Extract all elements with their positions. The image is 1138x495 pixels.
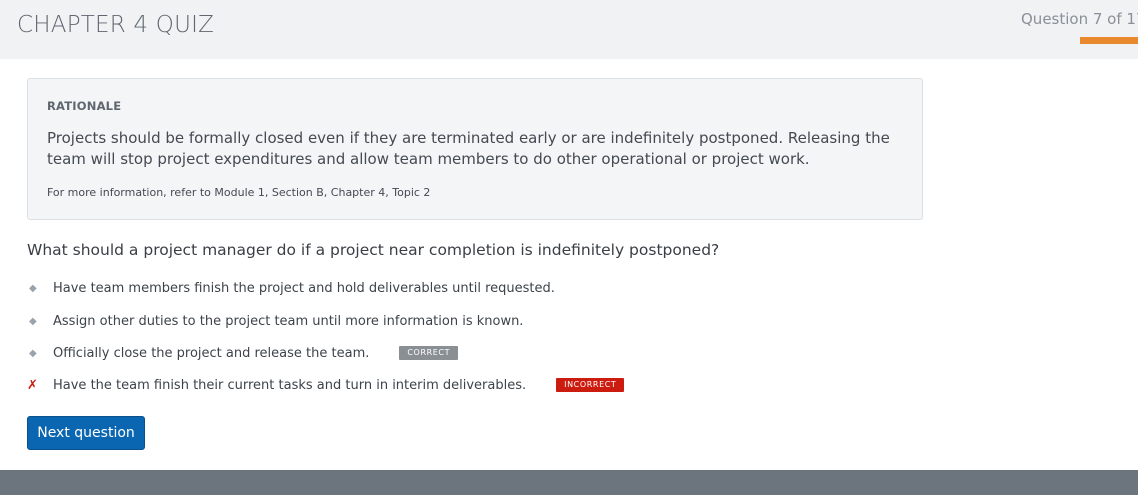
rationale-reference: For more information, refer to Module 1,…: [47, 186, 431, 199]
answer-option: ◆ Assign other duties to the project tea…: [27, 311, 523, 331]
answer-text: Assign other duties to the project team …: [53, 313, 524, 329]
rationale-panel: RATIONALE Projects should be formally cl…: [27, 78, 923, 220]
question-text: What should a project manager do if a pr…: [27, 241, 720, 259]
incorrect-badge: INCORRECT: [556, 378, 625, 392]
next-question-button[interactable]: Next question: [27, 416, 145, 450]
diamond-icon: ◆: [29, 282, 37, 294]
answer-text: Officially close the project and release…: [53, 345, 370, 361]
rationale-body: Projects should be formally closed even …: [47, 129, 890, 168]
question-progress-text: Question 7 of 17: [1021, 10, 1138, 28]
x-mark-icon: ✗: [27, 377, 38, 393]
answer-text: Have the team finish their current tasks…: [53, 377, 527, 393]
progress-bar: [1080, 37, 1138, 44]
page-title: CHAPTER 4 QUIZ: [17, 12, 215, 38]
footer-bar: [0, 470, 1138, 495]
answer-option: ◆ Officially close the project and relea…: [27, 343, 459, 363]
diamond-icon: ◆: [29, 347, 37, 359]
correct-badge: CORRECT: [399, 346, 459, 360]
rationale-heading: RATIONALE: [47, 99, 122, 113]
quiz-header: CHAPTER 4 QUIZ Question 7 of 17: [0, 0, 1138, 59]
answer-option: ✗ Have the team finish their current tas…: [27, 375, 625, 395]
answer-option: ◆ Have team members finish the project a…: [27, 278, 555, 298]
diamond-icon: ◆: [29, 315, 37, 327]
answer-text: Have team members finish the project and…: [53, 280, 555, 296]
